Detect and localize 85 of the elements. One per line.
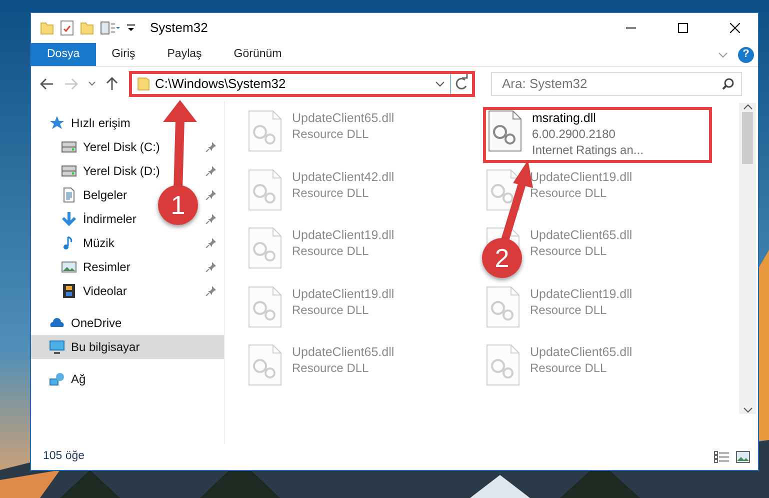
scrollbar-thumb[interactable] <box>742 112 753 164</box>
file-detail: Resource DLL <box>292 126 370 142</box>
drive-icon <box>61 139 77 155</box>
pin-icon[interactable] <box>206 286 216 296</box>
chevron-icon <box>88 81 96 87</box>
file-detail: Resource DLL <box>292 243 370 259</box>
pictures-icon <box>61 259 77 275</box>
close-icon <box>730 23 740 33</box>
ribbon-tab[interactable]: Görünüm <box>218 43 298 66</box>
videos-icon <box>61 283 77 299</box>
sidebar-item[interactable]: Videolar <box>83 282 206 300</box>
view-icon[interactable] <box>100 21 120 35</box>
scroll-down-icon[interactable] <box>742 407 752 414</box>
computer-icon <box>49 339 65 355</box>
properties-icon[interactable] <box>60 20 74 36</box>
file-detail: Resource DLL <box>292 360 370 376</box>
file-gear-icon <box>486 344 520 386</box>
ribbon-tab[interactable]: Dosya <box>31 43 96 66</box>
file-name: UpdateClient65.dll <box>530 344 632 360</box>
ribbon-tab[interactable]: Paylaş <box>151 43 218 66</box>
quickaccess-icon <box>49 115 65 131</box>
window-title: System32 <box>150 19 208 38</box>
sunlit-cliff-drawing <box>0 470 60 498</box>
file-name: UpdateClient19.dll <box>292 286 394 302</box>
maximize-icon <box>678 23 688 33</box>
up-icon <box>106 77 118 91</box>
dropdown-icon[interactable] <box>126 23 136 33</box>
file-gear-icon <box>248 168 282 210</box>
file-detail: Resource DLL <box>530 184 608 200</box>
file-detail: Resource DLL <box>530 360 608 376</box>
file-detail: Internet Ratings an... <box>532 142 644 158</box>
file-name: UpdateClient42.dll <box>292 168 394 184</box>
file-gear-icon <box>486 286 520 328</box>
snow-drawing <box>470 475 530 498</box>
tiles-view-icon[interactable] <box>736 451 750 463</box>
file-gear-icon <box>248 344 282 386</box>
pin-icon[interactable] <box>206 262 216 272</box>
details-view-icon[interactable] <box>714 451 730 463</box>
address-field[interactable]: C:\Windows\System32 <box>155 74 430 94</box>
pin-icon[interactable] <box>206 142 216 152</box>
file-name: UpdateClient19.dll <box>530 168 632 184</box>
file-tile[interactable]: msrating.dll 6.00.2900.2180 Internet Ratings an... <box>483 107 712 163</box>
documents-icon <box>61 187 77 203</box>
sidebar-item[interactable]: OneDrive <box>71 314 216 332</box>
file-detail: 6.00.2900.2180 <box>532 126 616 142</box>
sidebar-item[interactable]: Müzik <box>83 234 206 252</box>
file-gear-icon <box>248 286 282 328</box>
pin-icon[interactable] <box>206 190 216 200</box>
dropdown-icon[interactable] <box>435 80 445 88</box>
expand-ribbon-icon[interactable] <box>718 50 728 58</box>
folder-icon <box>137 77 150 91</box>
file-name: UpdateClient65.dll <box>530 227 632 243</box>
help-button[interactable]: ? <box>738 46 754 62</box>
file-name: UpdateClient19.dll <box>292 227 394 243</box>
scroll-up-icon[interactable] <box>742 103 752 110</box>
forward-icon <box>64 78 78 90</box>
back-icon <box>40 78 54 90</box>
folder-icon <box>40 21 54 35</box>
pin-icon[interactable] <box>206 238 216 248</box>
downloads-icon <box>61 211 77 227</box>
search-icon <box>722 78 734 90</box>
network-icon <box>49 371 65 387</box>
ribbon-tab[interactable]: Giriş <box>96 43 152 66</box>
file-gear-icon <box>488 110 522 152</box>
item-count: 105 öğe <box>43 449 85 464</box>
pin-icon[interactable] <box>206 214 216 224</box>
pin-icon[interactable] <box>206 166 216 176</box>
file-name: msrating.dll <box>532 110 597 126</box>
file-gear-icon <box>248 110 282 152</box>
drive-icon <box>61 163 77 179</box>
file-detail: Resource DLL <box>530 243 608 259</box>
sidebar-item[interactable]: Yerel Disk (C:) <box>83 138 206 156</box>
sidebar-item[interactable]: Yerel Disk (D:) <box>83 162 206 180</box>
file-name: UpdateClient65.dll <box>292 110 394 126</box>
file-gear-icon <box>248 227 282 269</box>
file-detail: Resource DLL <box>292 302 370 318</box>
search-field[interactable]: Ara: System32 <box>491 72 742 96</box>
file-gear-icon <box>486 168 520 210</box>
sidebar-item[interactable]: Ağ <box>71 370 216 388</box>
file-name: UpdateClient65.dll <box>292 344 394 360</box>
file-name: UpdateClient19.dll <box>530 286 632 302</box>
sidebar-item[interactable]: Hızlı erişim <box>71 114 216 132</box>
file-detail: Resource DLL <box>530 302 608 318</box>
file-detail: Resource DLL <box>292 184 370 200</box>
sidebar-item[interactable]: Resimler <box>83 258 206 276</box>
